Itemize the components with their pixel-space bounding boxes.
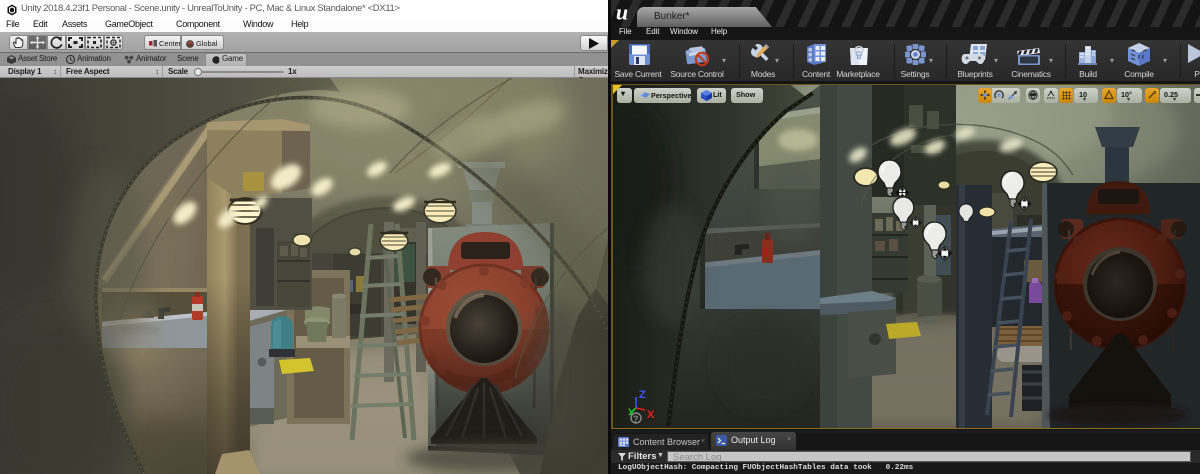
svg-text:X: X [647,409,655,421]
svg-text:u: u [616,2,628,24]
svg-text:Z: Z [639,389,646,401]
svg-text:?: ? [633,414,639,424]
